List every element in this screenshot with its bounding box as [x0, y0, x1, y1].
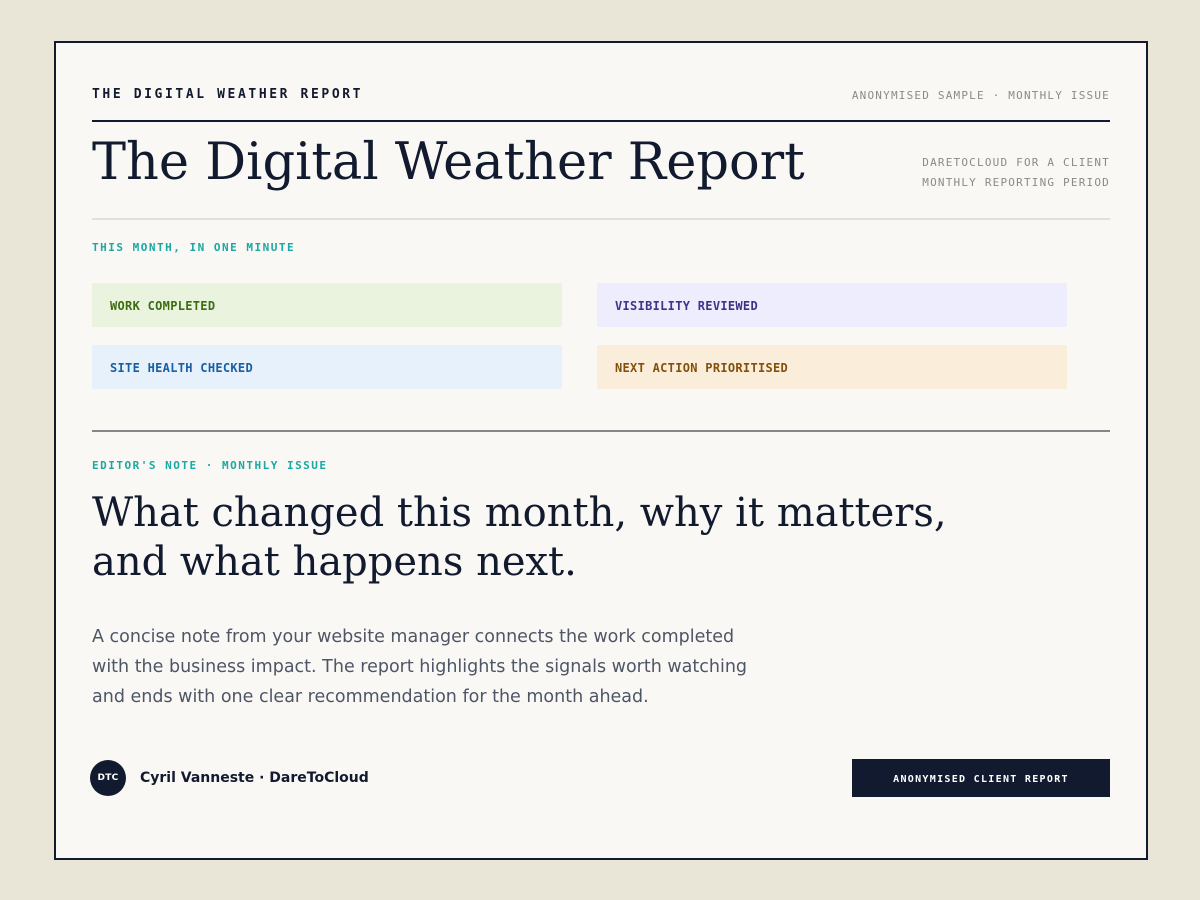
section-divider	[92, 430, 1110, 432]
editor-headline-line-1: What changed this month, why it matters,	[92, 490, 947, 536]
summary-tile-visibility-reviewed: VISIBILITY REVIEWED	[597, 283, 1067, 327]
editor-body-line-1: A concise note from your website manager…	[92, 627, 735, 647]
report-content: THE DIGITAL WEATHER REPORT ANONYMISED SA…	[90, 43, 1110, 858]
page-title: The Digital Weather Report	[92, 133, 805, 192]
editor-body: A concise note from your website manager…	[92, 622, 792, 712]
summary-kicker: THIS MONTH, IN ONE MINUTE	[92, 241, 296, 254]
editor-kicker: EDITOR'S NOTE · MONTHLY ISSUE	[92, 459, 328, 472]
summary-tile-site-health-checked: SITE HEALTH CHECKED	[92, 345, 562, 389]
masthead-label: THE DIGITAL WEATHER REPORT	[92, 87, 364, 102]
author-name: Cyril Vanneste · DareToCloud	[140, 770, 369, 786]
report-card: THE DIGITAL WEATHER REPORT ANONYMISED SA…	[54, 41, 1148, 860]
masthead-divider	[92, 120, 1110, 122]
subtitle-block: DARETOCLOUD FOR A CLIENT MONTHLY REPORTI…	[922, 153, 1110, 193]
summary-tile-next-action-prioritised: NEXT ACTION PRIORITISED	[597, 345, 1067, 389]
title-divider	[92, 218, 1110, 220]
masthead-meta: ANONYMISED SAMPLE · MONTHLY ISSUE	[851, 89, 1110, 102]
editor-body-line-2: with the business impact. The report hig…	[92, 657, 748, 677]
summary-tile-work-completed: WORK COMPLETED	[92, 283, 562, 327]
editor-body-line-3: and ends with one clear recommendation f…	[92, 687, 649, 707]
avatar: DTC	[90, 760, 126, 796]
author-byline: DTC Cyril Vanneste · DareToCloud	[90, 760, 369, 796]
subtitle-line-1: DARETOCLOUD FOR A CLIENT	[922, 156, 1110, 169]
subtitle-line-2: MONTHLY REPORTING PERIOD	[922, 176, 1110, 189]
report-badge: ANONYMISED CLIENT REPORT	[852, 759, 1110, 797]
editor-headline: What changed this month, why it matters,…	[92, 489, 992, 587]
editor-headline-line-2: and what happens next.	[92, 539, 577, 585]
